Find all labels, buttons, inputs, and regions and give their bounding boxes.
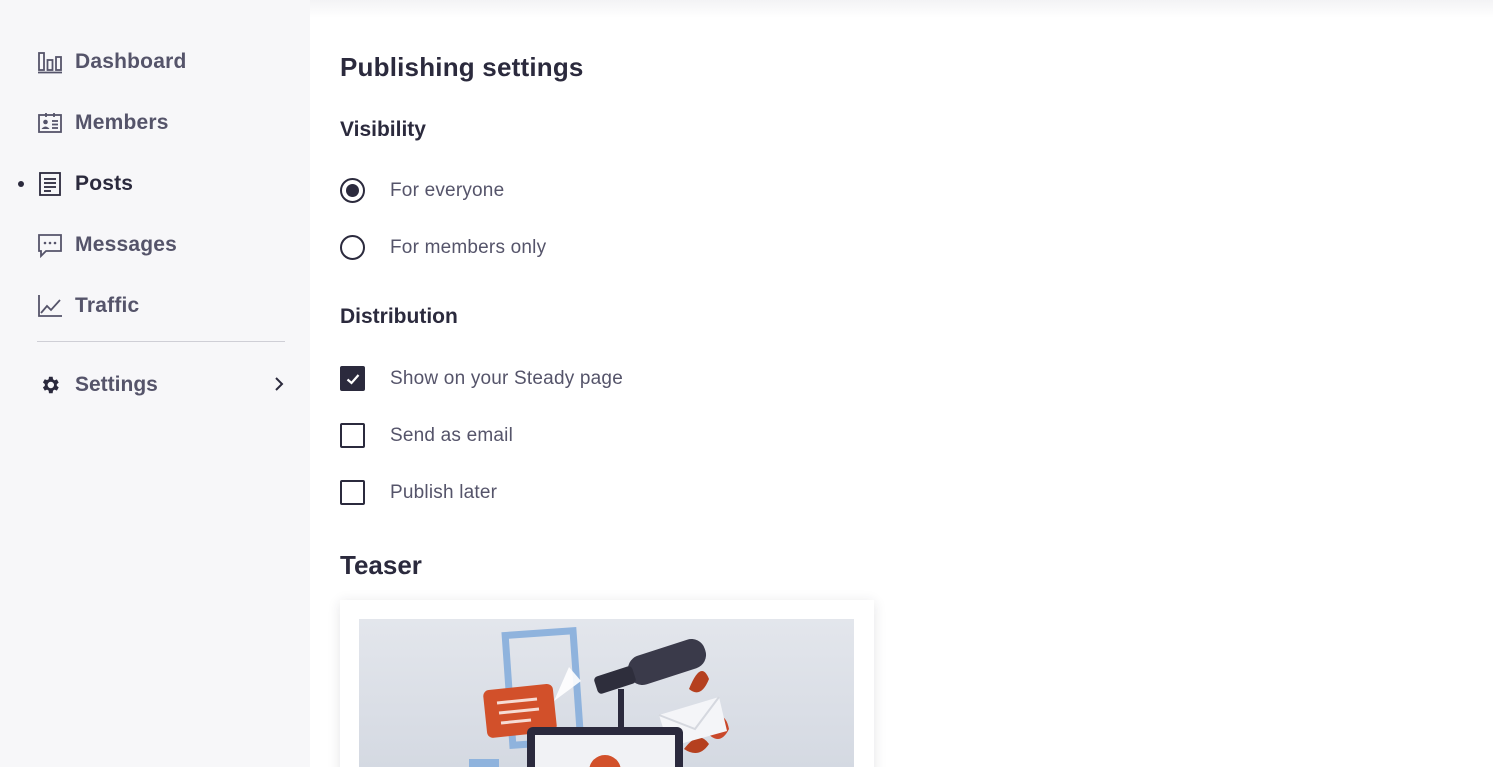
sidebar-item-settings[interactable]: Settings: [0, 354, 310, 415]
sidebar-item-members[interactable]: Members: [0, 92, 310, 153]
bar-chart-icon: [37, 49, 63, 75]
document-icon: [37, 171, 63, 197]
checkbox-label: Show on your Steady page: [390, 367, 623, 389]
sidebar-item-posts[interactable]: Posts: [0, 153, 310, 214]
chat-bubble-icon: [37, 232, 63, 258]
active-indicator-dot: [18, 180, 24, 187]
visibility-heading: Visibility: [340, 118, 426, 141]
sidebar-item-label: Posts: [75, 171, 134, 195]
checkbox-publish-later[interactable]: Publish later: [340, 480, 497, 505]
checkbox-label: Publish later: [390, 481, 498, 503]
sidebar-item-label: Messages: [75, 232, 177, 256]
chevron-right-icon: [272, 373, 286, 395]
page-title: Publishing settings: [340, 52, 584, 82]
checkbox-send-as-email[interactable]: Send as email: [340, 423, 513, 448]
id-card-icon: [37, 110, 63, 136]
checkbox[interactable]: [340, 480, 365, 505]
line-chart-icon: [37, 293, 63, 319]
teaser-illustration: [469, 627, 729, 767]
gear-icon: [37, 372, 63, 398]
sidebar-divider: [37, 341, 285, 342]
sidebar-item-traffic[interactable]: Traffic: [0, 275, 310, 336]
checkbox-show-on-steady-page[interactable]: Show on your Steady page: [340, 366, 623, 391]
header-shadow: [310, 0, 1493, 18]
sidebar-item-dashboard[interactable]: Dashboard: [0, 31, 310, 92]
checkbox-checked[interactable]: [340, 366, 365, 391]
sidebar-item-label: Members: [75, 110, 169, 134]
radio-button-checked[interactable]: [340, 178, 365, 203]
sidebar: Dashboard Members Posts Messages Traffic…: [0, 0, 310, 767]
sidebar-item-messages[interactable]: Messages: [0, 214, 310, 275]
sidebar-nav: Dashboard Members Posts Messages Traffic: [0, 31, 310, 336]
distribution-heading: Distribution: [340, 305, 458, 328]
teaser-heading: Teaser: [340, 550, 422, 580]
teaser-card[interactable]: [340, 600, 874, 767]
radio-label: For members only: [390, 236, 547, 258]
teaser-image[interactable]: [359, 619, 854, 767]
app-root: Dashboard Members Posts Messages Traffic…: [0, 0, 1493, 767]
checkbox-label: Send as email: [390, 424, 514, 446]
sidebar-item-label: Dashboard: [75, 49, 187, 73]
radio-button[interactable]: [340, 235, 365, 260]
radio-for-members-only[interactable]: For members only: [340, 235, 546, 260]
sidebar-item-label: Traffic: [75, 293, 140, 317]
main-panel: Publishing settings Visibility For every…: [310, 0, 1493, 767]
radio-label: For everyone: [390, 179, 505, 201]
checkbox[interactable]: [340, 423, 365, 448]
sidebar-item-label: Settings: [75, 372, 158, 396]
checkmark-icon: [346, 373, 359, 385]
radio-for-everyone[interactable]: For everyone: [340, 178, 504, 203]
